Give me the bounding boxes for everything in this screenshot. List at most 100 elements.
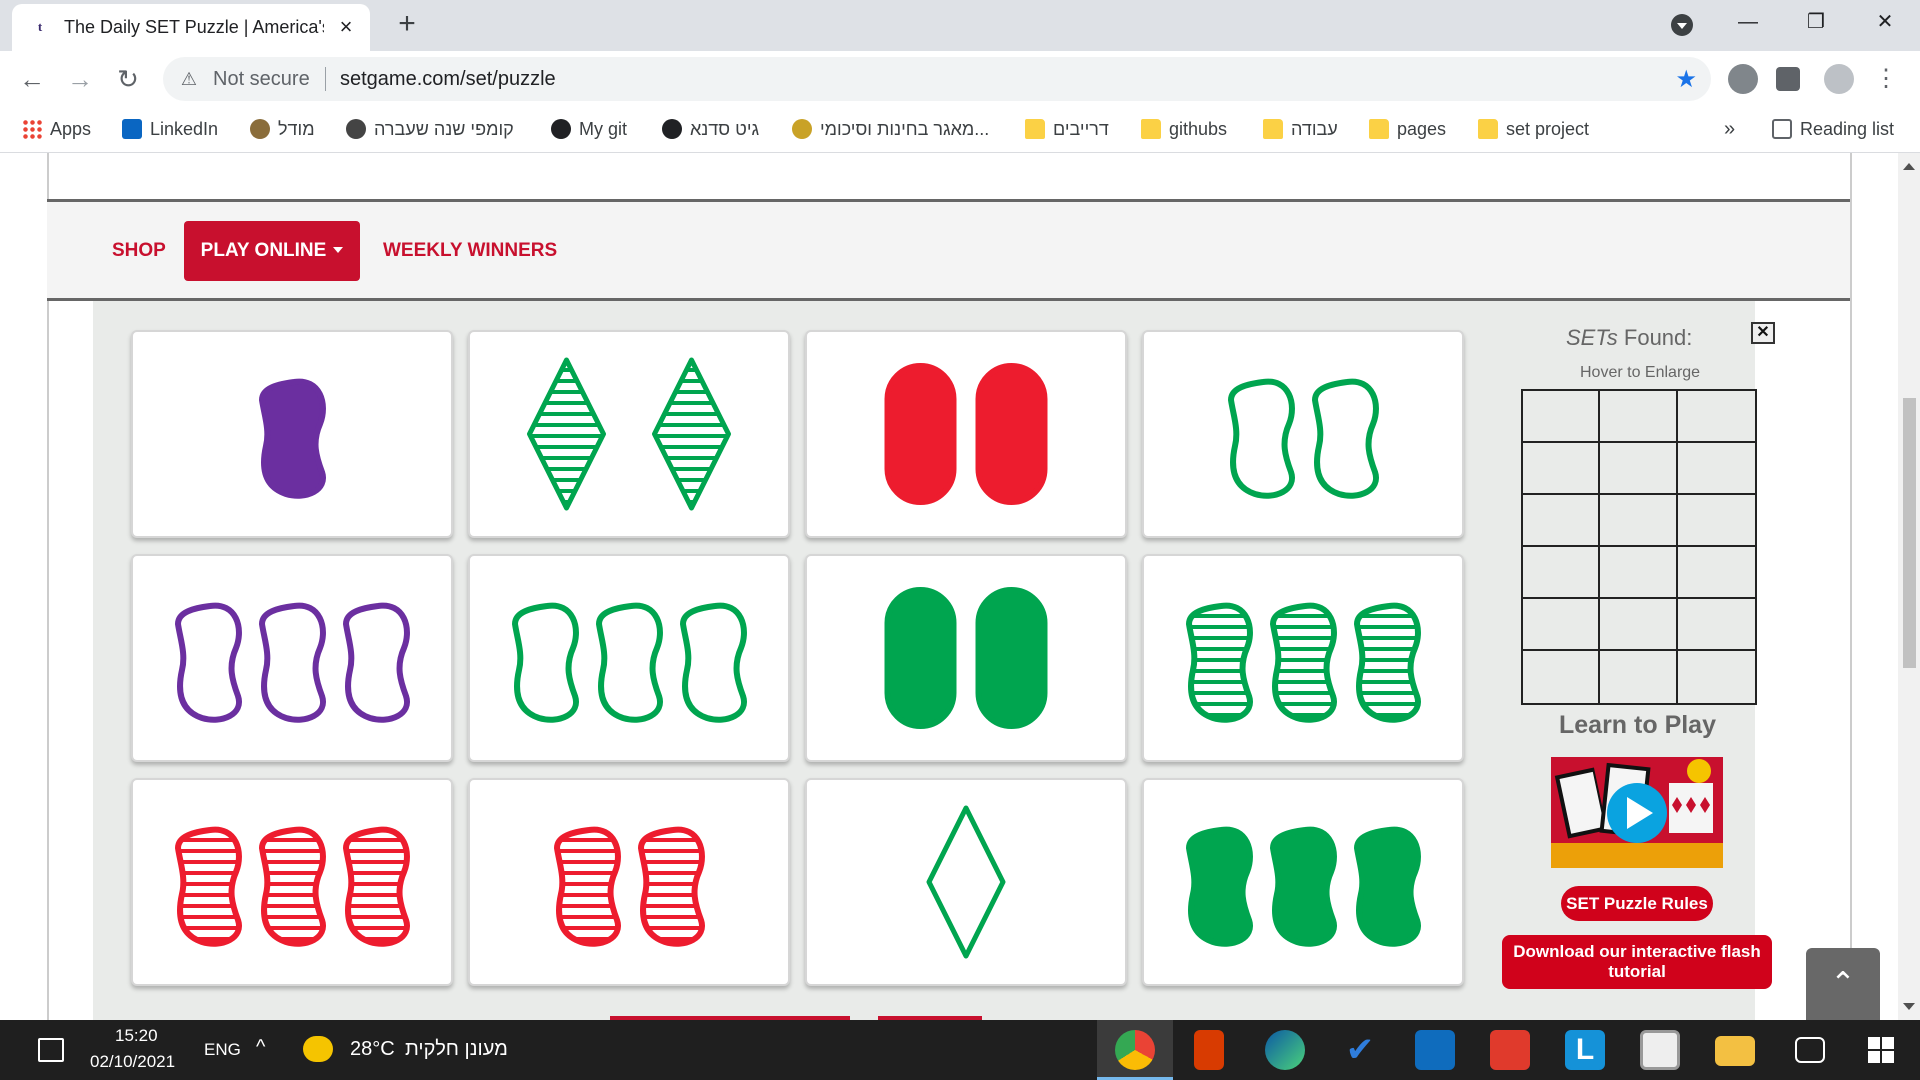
chrome-app-icon[interactable] xyxy=(1115,1030,1155,1070)
set-card[interactable] xyxy=(131,330,453,538)
back-to-top-button[interactable]: ⌃ xyxy=(1806,948,1880,1020)
bookmark-folder-pages[interactable]: pages xyxy=(1369,117,1446,141)
card-symbols xyxy=(512,602,747,723)
extensions-puzzle-icon[interactable] xyxy=(1776,67,1800,91)
page-scrollbar[interactable] xyxy=(1898,153,1920,1020)
menu-kebab-icon[interactable]: ⋮ xyxy=(1870,63,1902,95)
tutorial-video-thumbnail[interactable] xyxy=(1551,757,1723,868)
not-secure-label[interactable]: Not secure xyxy=(213,68,310,91)
reading-list-button[interactable]: Reading list xyxy=(1772,117,1894,141)
set-card[interactable] xyxy=(805,778,1127,986)
clock-time[interactable]: 15:20 xyxy=(115,1026,158,1046)
folder-icon xyxy=(1263,119,1283,139)
scroll-up-arrow-icon[interactable] xyxy=(1903,163,1915,170)
extension-icon[interactable] xyxy=(1728,64,1758,94)
found-set-slot xyxy=(1523,547,1601,599)
reload-button[interactable]: ↻ xyxy=(112,63,144,95)
l-app-icon[interactable]: L xyxy=(1565,1030,1605,1070)
scroll-down-arrow-icon[interactable] xyxy=(1903,1003,1915,1010)
bookmark-folder-drivers[interactable]: דרייבים xyxy=(1025,117,1109,141)
nav-play-online-button[interactable]: PLAY ONLINE xyxy=(184,221,360,281)
found-set-slot xyxy=(1677,495,1755,547)
office-app-icon[interactable] xyxy=(1194,1030,1224,1070)
file-explorer-icon[interactable] xyxy=(1715,1036,1755,1066)
nav-weekly-winners-link[interactable]: WEEKLY WINNERS xyxy=(383,240,557,262)
language-indicator[interactable]: ENG xyxy=(204,1040,241,1060)
set-card[interactable] xyxy=(1142,330,1464,538)
bookmark-folder-githubs[interactable]: githubs xyxy=(1141,117,1227,141)
bookmark-folder-set-project[interactable]: set project xyxy=(1478,117,1589,141)
url-text[interactable]: setgame.com/set/puzzle xyxy=(340,68,556,91)
download-tutorial-button[interactable]: Download our interactive flash tutorial xyxy=(1502,935,1772,989)
set-puzzle-rules-button[interactable]: SET Puzzle Rules xyxy=(1561,886,1713,921)
store-app-icon[interactable] xyxy=(1640,1030,1680,1070)
learn-to-play-heading: Learn to Play xyxy=(1559,711,1716,739)
set-card[interactable] xyxy=(805,330,1127,538)
edge-app-icon[interactable] xyxy=(1265,1030,1305,1070)
folder-icon xyxy=(1478,119,1498,139)
set-card[interactable] xyxy=(131,554,453,762)
bookmark-git-sadna[interactable]: גיט סדנא xyxy=(662,117,759,141)
weather-temperature[interactable]: 28°C xyxy=(350,1038,395,1061)
bookmark-star-icon[interactable]: ★ xyxy=(1675,65,1697,94)
scrollbar-thumb[interactable] xyxy=(1903,398,1916,668)
bookmark-linkedin[interactable]: LinkedIn xyxy=(122,117,218,141)
found-set-slot xyxy=(1677,443,1755,495)
diamond-symbol xyxy=(926,805,1006,959)
set-card[interactable] xyxy=(131,778,453,986)
notifications-icon[interactable] xyxy=(38,1038,64,1062)
weather-condition[interactable]: מעונן חלקית xyxy=(405,1038,508,1061)
squiggle-symbol xyxy=(1186,602,1253,723)
profile-avatar-icon[interactable] xyxy=(1824,64,1854,94)
forward-button[interactable]: → xyxy=(64,63,96,95)
set-card[interactable] xyxy=(1142,778,1464,986)
red-app-icon[interactable] xyxy=(1490,1030,1530,1070)
squiggle-symbol xyxy=(1354,602,1421,723)
squiggle-symbol xyxy=(554,826,621,947)
tab-close-icon[interactable]: × xyxy=(334,15,358,39)
close-window-button[interactable]: ✕ xyxy=(1865,8,1905,36)
found-set-slot xyxy=(1677,599,1755,651)
set-card[interactable] xyxy=(468,554,790,762)
task-view-icon[interactable] xyxy=(1795,1037,1825,1063)
minimize-button[interactable]: — xyxy=(1728,8,1768,36)
restore-button[interactable]: ❐ xyxy=(1796,8,1836,36)
bookmark-folder-work[interactable]: עבודה xyxy=(1263,117,1338,141)
github-icon xyxy=(662,119,682,139)
found-set-slot xyxy=(1600,547,1678,599)
todo-app-icon[interactable]: ✔ xyxy=(1340,1030,1380,1070)
warning-icon[interactable]: ⚠ xyxy=(179,69,199,89)
card-symbols xyxy=(175,826,410,947)
bookmarks-overflow-button[interactable]: » xyxy=(1724,117,1735,141)
set-card[interactable] xyxy=(468,330,790,538)
set-card[interactable] xyxy=(1142,554,1464,762)
folder-icon xyxy=(1369,119,1389,139)
site-favicon-icon: t xyxy=(37,19,43,34)
reading-list-icon xyxy=(1772,119,1792,139)
panel-close-button[interactable]: ✕ xyxy=(1751,322,1775,344)
weather-icon[interactable] xyxy=(303,1036,333,1062)
new-tab-button[interactable]: + xyxy=(392,9,422,39)
bookmark-apps[interactable]: Apps xyxy=(22,117,91,141)
bookmark-my-git[interactable]: My git xyxy=(551,117,627,141)
mail-app-icon[interactable] xyxy=(1415,1030,1455,1070)
caret-down-icon xyxy=(333,247,344,253)
set-card[interactable] xyxy=(805,554,1127,762)
bookmark-compi[interactable]: קומפי שנה שעברה xyxy=(346,117,514,141)
bookmark-moodle[interactable]: מודל xyxy=(250,117,315,141)
back-button[interactable]: ← xyxy=(16,63,48,95)
tab-search-icon[interactable] xyxy=(1671,14,1693,36)
start-windows-icon[interactable] xyxy=(1868,1037,1894,1063)
address-separator xyxy=(325,67,326,91)
oval-symbol xyxy=(884,587,957,729)
set-card[interactable] xyxy=(468,778,790,986)
diamond-symbol xyxy=(652,357,731,511)
tray-chevron-icon[interactable]: ^ xyxy=(256,1036,265,1059)
found-set-slot xyxy=(1600,443,1678,495)
nav-shop-link[interactable]: SHOP xyxy=(112,240,166,262)
address-bar[interactable]: ⚠ Not secure setgame.com/set/puzzle ★ xyxy=(163,57,1711,101)
active-tab[interactable]: t The Daily SET Puzzle | America's F × xyxy=(12,4,370,51)
hover-to-enlarge-hint: Hover to Enlarge xyxy=(1580,364,1701,381)
clock-date[interactable]: 02/10/2021 xyxy=(90,1052,175,1072)
bookmark-exams[interactable]: מאגר בחינות וסיכומי... xyxy=(792,117,989,141)
